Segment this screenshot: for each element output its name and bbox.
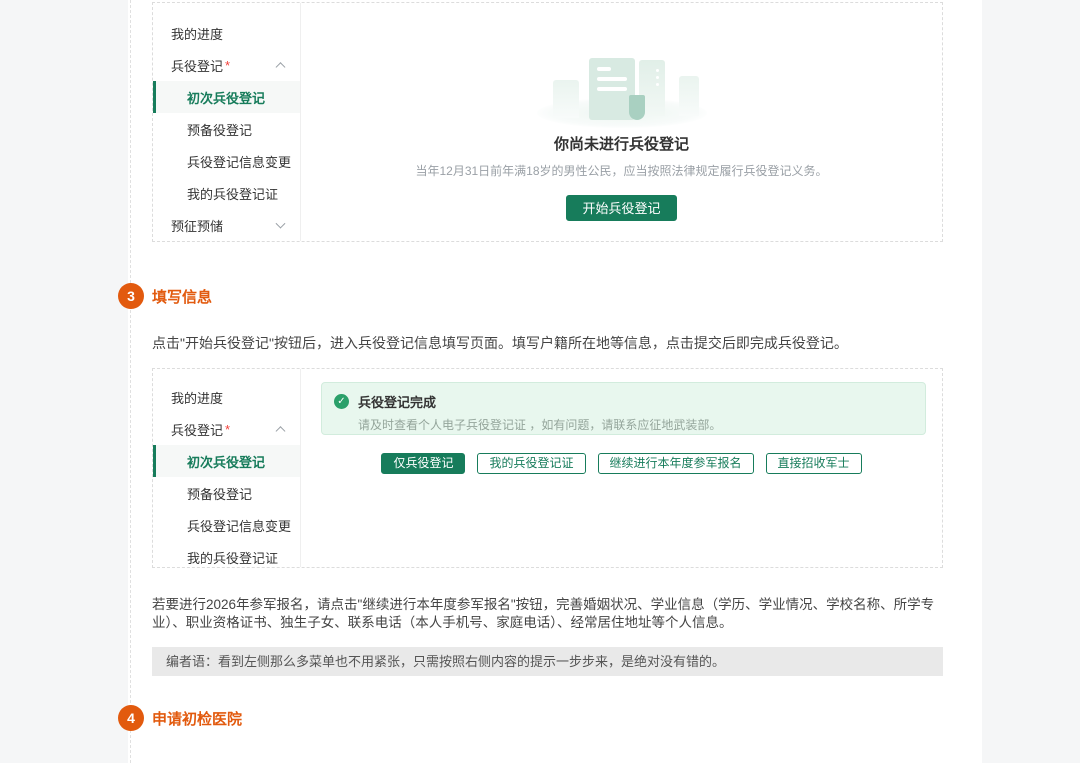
step-3-number-badge: 3 [118, 283, 144, 309]
sidebar-item-my-progress[interactable]: 我的进度 [153, 17, 300, 49]
step-3-title: 填写信息 [152, 286, 212, 307]
sidebar-item-info-change[interactable]: 兵役登记信息变更 [153, 145, 300, 177]
screenshot-registration-complete: 我的进度 兵役登记 * 初次兵役登记 预备役登记 兵役登记信息变更 我的兵役登记… [152, 368, 943, 568]
complete-state-panel: ✓ 兵役登记完成 请及时查看个人电子兵役登记证 ，如有问题，请联系应征地武装部。… [301, 369, 942, 567]
sidebar-item-label: 初次兵役登记 [187, 452, 265, 471]
step-timeline-line [130, 0, 131, 763]
sidebar-item-label: 兵役登记 [171, 420, 223, 439]
required-asterisk: * [225, 422, 230, 437]
sidebar-item-first-registration[interactable]: 初次兵役登记 [153, 445, 300, 477]
step-4-number-badge: 4 [118, 705, 144, 731]
sidebar-item-my-certificate[interactable]: 我的兵役登记证 [153, 177, 300, 209]
check-circle-icon: ✓ [334, 394, 349, 409]
my-certificate-button[interactable]: 我的兵役登记证 [477, 453, 585, 474]
action-button-row: 仅兵役登记 我的兵役登记证 继续进行本年度参军报名 直接招收军士 [301, 453, 942, 474]
required-asterisk: * [225, 58, 230, 73]
chevron-up-icon [276, 426, 286, 436]
empty-state-description: 当年12月31日前年满18岁的男性公民，应当按照法律规定履行兵役登记义务。 [301, 162, 942, 179]
sidebar-item-reserve-registration[interactable]: 预备役登记 [153, 113, 300, 145]
sidebar-item-military-registration[interactable]: 兵役登记 * [153, 49, 300, 81]
step-3-description: 点击"开始兵役登记"按钮后，进入兵役登记信息填写页面。填写户籍所在地等信息，点击… [152, 333, 943, 353]
sidebar-menu: 我的进度 兵役登记 * 初次兵役登记 预备役登记 兵役登记信息变更 我的兵役登记… [153, 369, 301, 567]
screenshot-registration-empty: 我的进度 兵役登记 * 初次兵役登记 预备役登记 兵役登记信息变更 我的兵役登记… [152, 2, 943, 242]
sidebar-item-label: 我的兵役登记证 [187, 548, 278, 567]
success-alert-title: 兵役登记完成 [358, 392, 436, 411]
sidebar-item-first-registration[interactable]: 初次兵役登记 [153, 81, 300, 113]
building-left [553, 80, 579, 118]
sidebar-item-label: 我的兵役登记证 [187, 184, 278, 203]
registration-only-button[interactable]: 仅兵役登记 [381, 453, 465, 474]
sidebar-item-label: 兵役登记信息变更 [187, 516, 291, 535]
sidebar-item-my-certificate[interactable]: 我的兵役登记证 [153, 541, 300, 573]
sidebar-item-label: 预征预储 [171, 216, 223, 235]
success-alert: ✓ 兵役登记完成 请及时查看个人电子兵役登记证 ，如有问题，请联系应征地武装部。 [321, 382, 926, 435]
sidebar-item-military-registration[interactable]: 兵役登记 * [153, 413, 300, 445]
sidebar-item-my-progress[interactable]: 我的进度 [153, 381, 300, 413]
chevron-down-icon [276, 219, 286, 229]
start-registration-button[interactable]: 开始兵役登记 [566, 195, 676, 221]
sidebar-item-label: 初次兵役登记 [187, 88, 265, 107]
direct-recruit-nco-button[interactable]: 直接招收军士 [766, 453, 862, 474]
chevron-up-icon [276, 62, 286, 72]
editor-note: 编者语：看到左侧那么多菜单也不用紧张，只需按照右侧内容的提示一步步来，是绝对没有… [152, 647, 943, 676]
sidebar-item-pre-recruit[interactable]: 预征预储 [153, 209, 300, 241]
sidebar-item-reserve-registration[interactable]: 预备役登记 [153, 477, 300, 509]
building-far-right [679, 76, 699, 116]
empty-state-panel: 你尚未进行兵役登记 当年12月31日前年满18岁的男性公民，应当按照法律规定履行… [301, 3, 942, 241]
sidebar-item-label: 兵役登记 [171, 56, 223, 75]
sidebar-item-label: 预备役登记 [187, 120, 252, 139]
success-alert-description: 请及时查看个人电子兵役登记证 ，如有问题，请联系应征地武装部。 [334, 416, 913, 433]
sidebar-menu: 我的进度 兵役登记 * 初次兵役登记 预备役登记 兵役登记信息变更 我的兵役登记… [153, 3, 301, 241]
sidebar-item-label: 兵役登记信息变更 [187, 152, 291, 171]
sidebar-item-label: 我的进度 [171, 24, 223, 43]
sidebar-item-label: 我的进度 [171, 388, 223, 407]
document-icon [589, 58, 635, 120]
enlist-signup-paragraph: 若要进行2026年参军报名，请点击"继续进行本年度参军报名"按钮，完善婚姻状况、… [152, 596, 945, 632]
document-buildings-illustration [537, 54, 707, 126]
step-4-heading: 4 申请初检医院 [152, 705, 982, 731]
step-4-title: 申请初检医院 [152, 708, 242, 729]
empty-state-title: 你尚未进行兵役登记 [301, 133, 942, 154]
continue-enlist-signup-button[interactable]: 继续进行本年度参军报名 [598, 453, 754, 474]
sidebar-item-label: 预备役登记 [187, 484, 252, 503]
sidebar-item-info-change[interactable]: 兵役登记信息变更 [153, 509, 300, 541]
step-3-heading: 3 填写信息 [152, 283, 982, 309]
document-fold [629, 95, 645, 120]
article-content: 我的进度 兵役登记 * 初次兵役登记 预备役登记 兵役登记信息变更 我的兵役登记… [128, 0, 982, 763]
